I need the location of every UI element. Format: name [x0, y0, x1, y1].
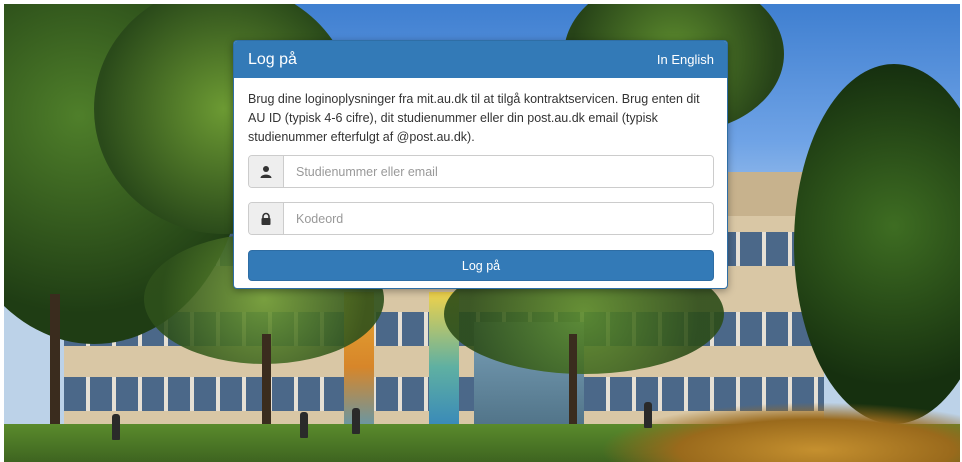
user-icon [249, 156, 284, 187]
panel-header: Log på In English [234, 41, 727, 78]
password-input[interactable] [284, 203, 713, 234]
login-instructions: Brug dine loginoplysninger fra mit.au.dk… [248, 92, 700, 144]
username-input-group [248, 155, 714, 188]
english-language-link[interactable]: In English [657, 52, 714, 67]
panel-title: Log på [248, 50, 297, 68]
username-input[interactable] [284, 156, 713, 187]
login-button[interactable]: Log på [248, 250, 714, 281]
panel-body: Brug dine loginoplysninger fra mit.au.dk… [234, 78, 727, 281]
lock-icon [249, 203, 284, 234]
password-input-group [248, 202, 714, 235]
login-panel: Log på In English Brug dine loginoplysni… [233, 40, 728, 289]
